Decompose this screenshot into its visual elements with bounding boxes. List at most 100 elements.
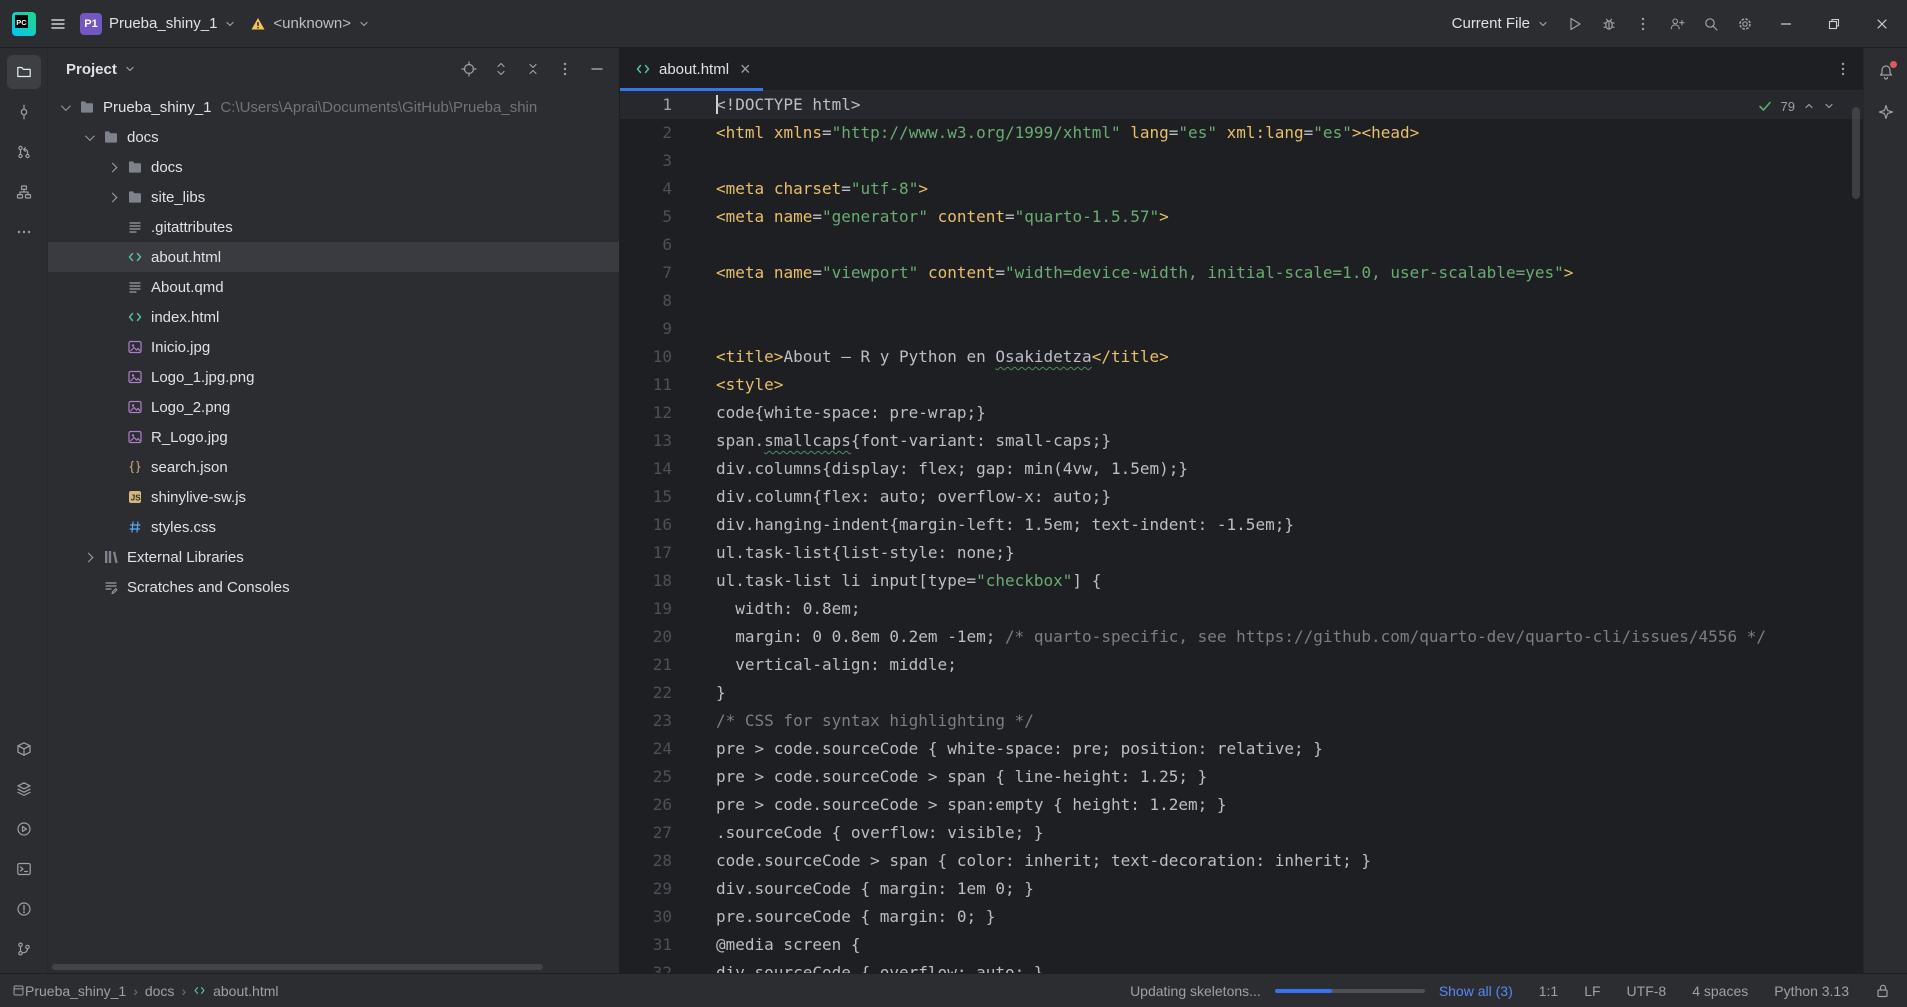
code-line[interactable]: 14div.columns{display: flex; gap: min(4v…: [620, 455, 1863, 483]
tool-stripe-structure[interactable]: [7, 175, 41, 209]
line-separator-widget[interactable]: LF: [1584, 983, 1600, 999]
tree-item-search-json[interactable]: search.json: [48, 452, 619, 482]
tree-item-about-html[interactable]: about.html: [48, 242, 619, 272]
code-line[interactable]: 26pre > code.sourceCode > span:empty { h…: [620, 791, 1863, 819]
more-actions-icon[interactable]: [1635, 16, 1651, 32]
code-line[interactable]: 25pre > code.sourceCode > span { line-he…: [620, 763, 1863, 791]
code-line[interactable]: 3: [620, 147, 1863, 175]
code-line[interactable]: 7<meta name="viewport" content="width=de…: [620, 259, 1863, 287]
tool-stripe-problems[interactable]: [7, 892, 41, 926]
next-problem-icon[interactable]: [1823, 100, 1835, 112]
tool-stripe-version-control[interactable]: [7, 932, 41, 966]
debug-button[interactable]: [1601, 16, 1617, 32]
tree-item-prueba-shiny-1[interactable]: Prueba_shiny_1C:\Users\Aprai\Documents\G…: [48, 92, 619, 122]
tree-item-about-qmd[interactable]: About.qmd: [48, 272, 619, 302]
tool-stripe-project[interactable]: [7, 55, 41, 89]
code-line[interactable]: 4<meta charset="utf-8">: [620, 175, 1863, 203]
code-line[interactable]: 9: [620, 315, 1863, 343]
search-everywhere-icon[interactable]: [1703, 16, 1719, 32]
collapse-all-icon[interactable]: [525, 61, 541, 77]
tree-item-index-html[interactable]: index.html: [48, 302, 619, 332]
interpreter-warning-selector[interactable]: <unknown>: [250, 15, 370, 32]
editor-vertical-scrollbar[interactable]: [1852, 107, 1860, 199]
tool-stripe-more-tool-windows[interactable]: [7, 215, 41, 249]
breadcrumb-item[interactable]: docs: [145, 983, 175, 999]
indent-widget[interactable]: 4 spaces: [1692, 983, 1748, 999]
code-line[interactable]: 10<title>About – R y Python en Osakidetz…: [620, 343, 1863, 371]
run-config-selector[interactable]: Current File: [1452, 15, 1549, 32]
chevron-right-icon[interactable]: [108, 162, 118, 172]
prev-problem-icon[interactable]: [1803, 100, 1815, 112]
code-line[interactable]: 32div.sourceCode { overflow: auto; }: [620, 959, 1863, 973]
code-line[interactable]: 5<meta name="generator" content="quarto-…: [620, 203, 1863, 231]
code-line[interactable]: 24pre > code.sourceCode { white-space: p…: [620, 735, 1863, 763]
tool-stripe-services[interactable]: [7, 772, 41, 806]
tool-stripe-python-packages[interactable]: [7, 732, 41, 766]
project-panel-title[interactable]: Project: [66, 61, 136, 78]
code-line[interactable]: 2<html xmlns="http://www.w3.org/1999/xht…: [620, 119, 1863, 147]
tree-item-scratches-and-consoles[interactable]: Scratches and Consoles: [48, 572, 619, 602]
tree-item-site-libs[interactable]: site_libs: [48, 182, 619, 212]
tab-close-icon[interactable]: ×: [740, 60, 751, 78]
code-line[interactable]: 31@media screen {: [620, 931, 1863, 959]
tree-item-docs[interactable]: docs: [48, 122, 619, 152]
chevron-right-icon[interactable]: [108, 192, 118, 202]
code-line[interactable]: 22}: [620, 679, 1863, 707]
code-line[interactable]: 29div.sourceCode { margin: 1em 0; }: [620, 875, 1863, 903]
tree-item-external-libraries[interactable]: External Libraries: [48, 542, 619, 572]
caret-position-widget[interactable]: 1:1: [1539, 983, 1558, 999]
project-selector[interactable]: P1 Prueba_shiny_1: [80, 13, 236, 35]
breadcrumb-item[interactable]: about.html: [213, 983, 278, 999]
chevron-down-icon[interactable]: [85, 131, 95, 141]
minimize-button[interactable]: [1771, 9, 1801, 39]
code-line[interactable]: 15div.column{flex: auto; overflow-x: aut…: [620, 483, 1863, 511]
breadcrumb-item[interactable]: Prueba_shiny_1: [25, 983, 126, 999]
encoding-widget[interactable]: UTF-8: [1627, 983, 1667, 999]
tool-stripe-pull-requests[interactable]: [7, 135, 41, 169]
project-horizontal-scrollbar[interactable]: [52, 964, 543, 970]
close-button[interactable]: [1867, 9, 1897, 39]
tree-item-inicio-jpg[interactable]: Inicio.jpg: [48, 332, 619, 362]
tool-stripe-python-console[interactable]: [7, 812, 41, 846]
restore-button[interactable]: [1819, 9, 1849, 39]
code-line[interactable]: 17ul.task-list{list-style: none;}: [620, 539, 1863, 567]
tool-stripe-ai-assistant[interactable]: [1869, 95, 1903, 129]
chevron-down-icon[interactable]: [61, 101, 71, 111]
code-line[interactable]: 11<style>: [620, 371, 1863, 399]
main-menu-icon[interactable]: [50, 16, 66, 32]
code-line[interactable]: 16div.hanging-indent{margin-left: 1.5em;…: [620, 511, 1863, 539]
tree-item-gitattributes[interactable]: .gitattributes: [48, 212, 619, 242]
code-line[interactable]: 6: [620, 231, 1863, 259]
readonly-lock-icon[interactable]: [1875, 983, 1891, 999]
hide-panel-icon[interactable]: [589, 61, 605, 77]
tree-item-shinylive-sw-js[interactable]: JSshinylive-sw.js: [48, 482, 619, 512]
run-button[interactable]: [1567, 16, 1583, 32]
chevron-right-icon[interactable]: [84, 552, 94, 562]
code-editor[interactable]: 1<!DOCTYPE html>2<html xmlns="http://www…: [620, 91, 1863, 973]
tool-stripe-terminal[interactable]: [7, 852, 41, 886]
settings-gear-icon[interactable]: [1737, 16, 1753, 32]
interpreter-widget[interactable]: Python 3.13: [1774, 983, 1849, 999]
code-line[interactable]: 13span.smallcaps{font-variant: small-cap…: [620, 427, 1863, 455]
code-line[interactable]: 27.sourceCode { overflow: visible; }: [620, 819, 1863, 847]
tree-item-styles-css[interactable]: styles.css: [48, 512, 619, 542]
code-line[interactable]: 28code.sourceCode > span { color: inheri…: [620, 847, 1863, 875]
code-line[interactable]: 18ul.task-list li input[type="checkbox"]…: [620, 567, 1863, 595]
code-line[interactable]: 1<!DOCTYPE html>: [620, 91, 1863, 119]
tree-item-logo-1-jpg-png[interactable]: Logo_1.jpg.png: [48, 362, 619, 392]
tree-item-r-logo-jpg[interactable]: R_Logo.jpg: [48, 422, 619, 452]
tool-stripe-commit[interactable]: [7, 95, 41, 129]
inspections-widget[interactable]: 79: [1757, 98, 1835, 114]
tool-stripe-notifications[interactable]: [1869, 55, 1903, 89]
more-options-icon[interactable]: [557, 61, 573, 77]
expand-all-icon[interactable]: [493, 61, 509, 77]
background-task[interactable]: Updating skeletons... Show all (3): [1130, 983, 1513, 999]
code-line[interactable]: 21 vertical-align: middle;: [620, 651, 1863, 679]
show-all-link[interactable]: Show all (3): [1439, 983, 1513, 999]
code-line[interactable]: 12code{white-space: pre-wrap;}: [620, 399, 1863, 427]
code-line[interactable]: 19 width: 0.8em;: [620, 595, 1863, 623]
code-line[interactable]: 30pre.sourceCode { margin: 0; }: [620, 903, 1863, 931]
code-line[interactable]: 8: [620, 287, 1863, 315]
tab-about-html[interactable]: about.html ×: [620, 48, 763, 90]
select-opened-file-icon[interactable]: [461, 61, 477, 77]
